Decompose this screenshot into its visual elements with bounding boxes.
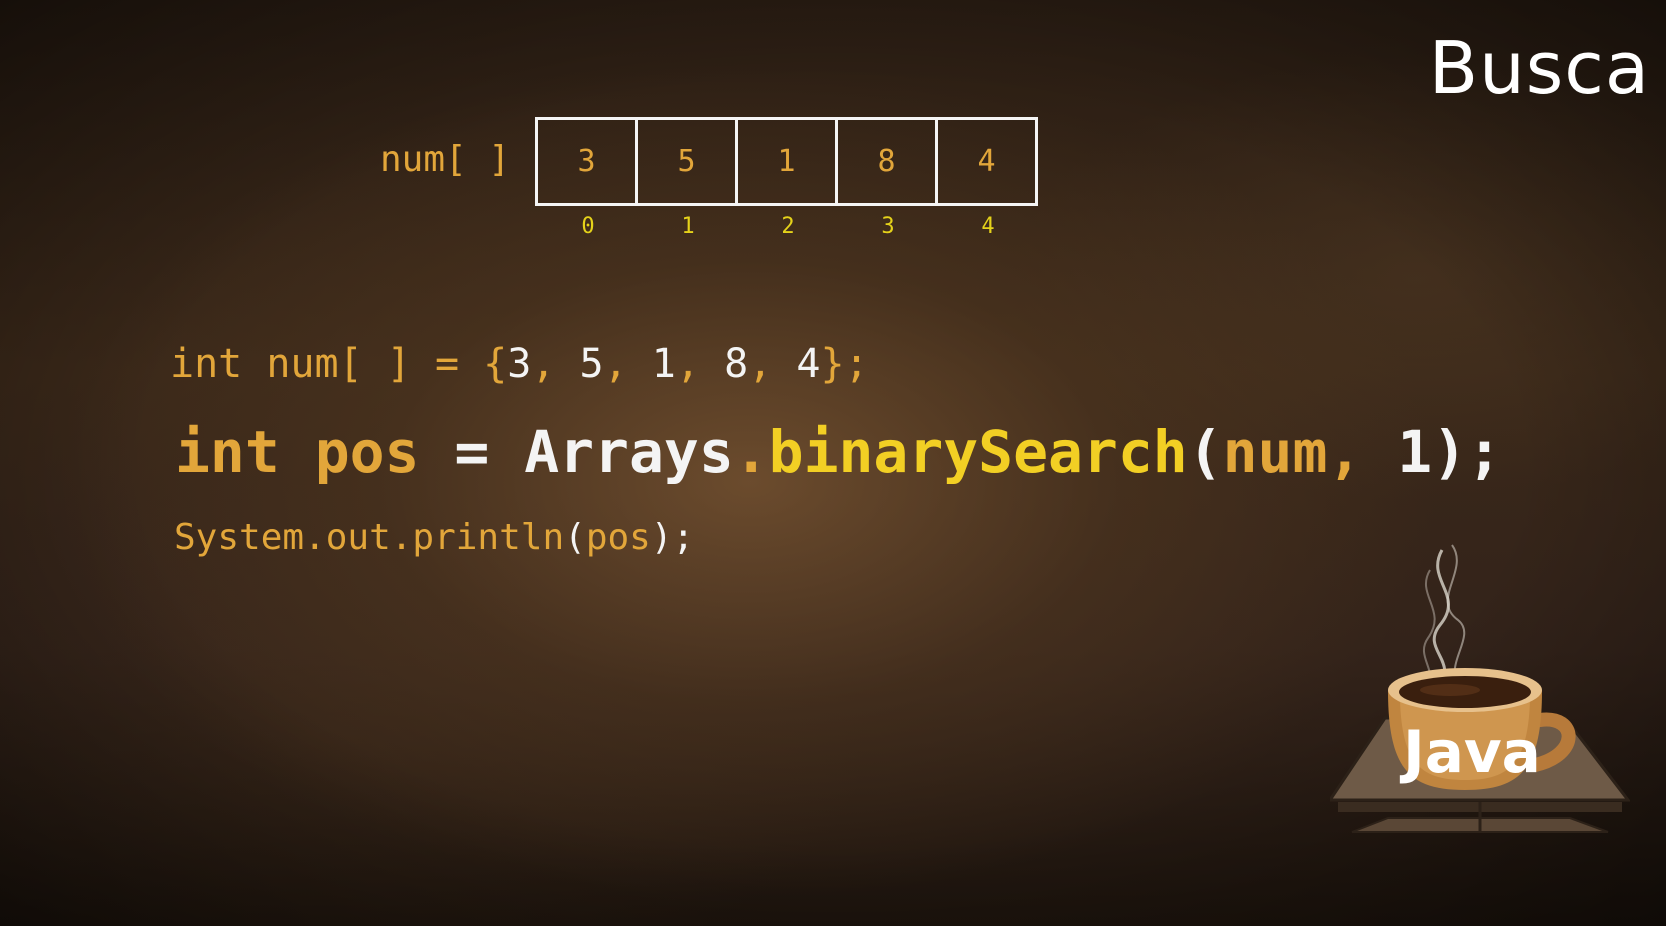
code-token: 4 — [796, 341, 821, 387]
code-token: ( — [1187, 418, 1223, 486]
code-token: pos — [585, 517, 651, 558]
array-index: 0 — [581, 214, 595, 239]
code-token: 5 — [579, 341, 604, 387]
code-token: ); — [650, 517, 695, 558]
code-token: , — [1327, 418, 1363, 486]
code-token: 3 — [507, 341, 532, 387]
code-token: int — [170, 341, 243, 387]
code-token: pos — [314, 418, 420, 486]
code-token: 1 — [1397, 418, 1433, 486]
array-index: 1 — [681, 214, 695, 239]
code-token: , — [531, 341, 556, 387]
array-cell: 1 — [738, 120, 838, 203]
array-index: 2 — [781, 214, 795, 239]
code-token: , — [675, 341, 700, 387]
code-token: . — [733, 418, 769, 486]
code-token: 1 — [651, 341, 676, 387]
coffee-cup-book-icon: Java — [1330, 544, 1630, 833]
code-token: 8 — [724, 341, 749, 387]
array-cell: 4 — [977, 144, 996, 179]
code-token: binarySearch — [768, 418, 1188, 486]
array-diagram: 3 5 1 8 4 — [535, 117, 1038, 206]
code-token: , — [603, 341, 628, 387]
code-token: num — [1222, 418, 1328, 486]
code-token: ( — [564, 517, 586, 558]
logo-text: Java — [1399, 718, 1541, 786]
code-token: Arrays — [524, 418, 734, 486]
code-token: = — [434, 341, 460, 387]
code-line-array-declaration: int num[ ] = {3, 5, 1, 8, 4}; — [170, 344, 869, 384]
array-cell: 8 — [838, 120, 938, 203]
code-token: System.out.println — [174, 517, 565, 558]
array-index: 3 — [881, 214, 895, 239]
code-token: int — [175, 418, 280, 486]
slide-title: Busca — [1428, 26, 1650, 110]
array-indices: 0 1 2 3 4 — [538, 214, 1038, 239]
code-token: , — [748, 341, 773, 387]
code-token: ); — [1432, 418, 1502, 486]
code-line-binary-search: int pos = Arrays.binarySearch(num, 1); — [175, 423, 1502, 481]
code-token: }; — [820, 341, 869, 387]
array-index: 4 — [981, 214, 995, 239]
code-token: { — [483, 341, 508, 387]
array-cell: 5 — [638, 120, 738, 203]
code-token: num[ ] — [266, 341, 411, 387]
array-label: num[ ] — [380, 139, 511, 180]
code-token: = — [454, 418, 490, 486]
code-line-println: System.out.println(pos); — [174, 520, 694, 556]
array-cell: 3 — [538, 120, 638, 203]
